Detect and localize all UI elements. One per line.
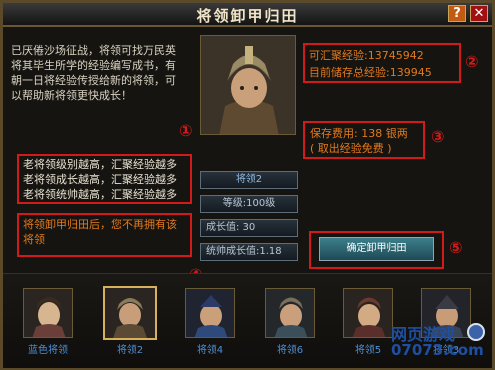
general-portrait	[200, 35, 296, 135]
rule-1: 老将领级别越高，汇聚经验越多	[23, 158, 177, 171]
general-slot-5-label: 将领5	[354, 345, 382, 356]
rule-2: 老将领成长越高，汇聚经验越多	[23, 173, 177, 186]
marker-3: ③	[431, 127, 445, 146]
general-slot-4-image	[266, 289, 314, 337]
help-button[interactable]: ?	[448, 5, 466, 22]
close-button[interactable]: ✕	[470, 5, 488, 22]
fee-line: 保存费用: 138 银两	[310, 126, 408, 141]
exp-total-label: 可汇聚经验:	[309, 49, 368, 62]
exp-stored-label: 目前储存总经验:	[309, 66, 390, 79]
exp-total-value: 13745942	[367, 49, 424, 62]
exp-stored: 目前储存总经验:139945	[309, 65, 432, 80]
watermark: 网页游戏 07073.com	[391, 321, 491, 367]
general-slot-1-image	[24, 289, 72, 337]
general-slot-3-image	[186, 289, 234, 337]
general-slot-3-label: 将领4	[196, 345, 224, 356]
watermark-logo-icon	[467, 323, 485, 341]
general-lead-growth-field: 统帅成长值:1.18	[200, 243, 298, 261]
general-level-field: 等级:100级	[200, 195, 298, 213]
general-growth-field: 成长值: 30	[200, 219, 298, 237]
fee-unit: 银两	[385, 127, 408, 140]
exp-stored-value: 139945	[389, 66, 432, 79]
watermark-url: 07073.com	[391, 341, 484, 359]
general-name-field: 将领2	[200, 171, 298, 189]
general-slot-5-image	[344, 289, 392, 337]
general-slot-4-label: 将领6	[276, 345, 304, 356]
general-portrait-image	[201, 36, 295, 134]
fee-value: 138	[361, 127, 383, 140]
general-slot-2-image	[105, 288, 155, 338]
confirm-retire-button[interactable]: 确定卸甲归田	[319, 237, 434, 261]
general-slot-3[interactable]	[185, 288, 235, 338]
warning-text: 将领卸甲归田后，您不再拥有该将领	[23, 218, 177, 246]
marker-5: ⑤	[449, 238, 463, 257]
fee-label: 保存费用:	[310, 127, 358, 140]
general-slot-2[interactable]	[103, 286, 157, 340]
window-title: 将领卸甲归田	[196, 7, 299, 25]
marker-2: ②	[465, 52, 479, 71]
general-slot-5[interactable]	[343, 288, 393, 338]
marker-1: ①	[179, 121, 193, 140]
general-slot-4[interactable]	[265, 288, 315, 338]
rule-3: 老将领统帅越高，汇聚经验越多	[23, 188, 177, 201]
fee-note: ( 取出经验免费 )	[310, 142, 392, 155]
general-slot-1[interactable]	[23, 288, 73, 338]
exp-total: 可汇聚经验:13745942	[309, 48, 424, 63]
intro-text: 已厌倦沙场征战，将领可找万民英将其毕生所学的经验编写成书，有朝一日将经验传授给新…	[11, 44, 176, 102]
general-slot-1-label: 蓝色将领	[28, 345, 68, 356]
title-bar: 将领卸甲归田 ? ✕	[3, 3, 492, 27]
general-slot-2-label: 将领2	[116, 345, 144, 356]
retire-general-panel: 将领卸甲归田 ? ✕ 已厌倦沙场征战，将领可找万民英将其毕生所学的经验编写成书，…	[0, 0, 495, 370]
